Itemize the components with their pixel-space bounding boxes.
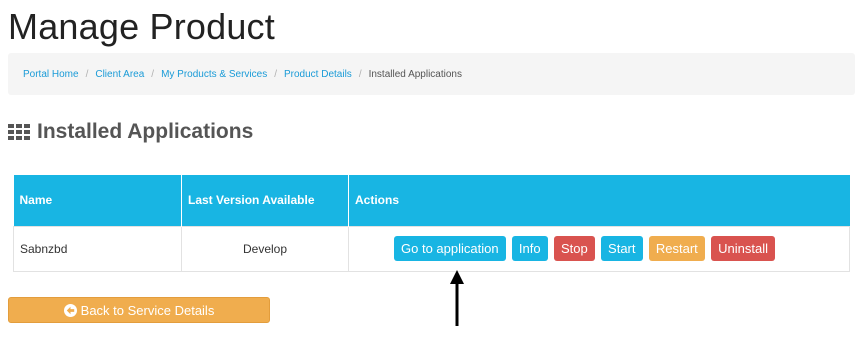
app-name-cell: Sabnzbd	[13, 225, 182, 272]
breadcrumb-product-details[interactable]: Product Details	[284, 69, 352, 80]
section-title: Installed Applications	[37, 120, 254, 143]
breadcrumb-current: Installed Applications	[368, 68, 462, 80]
app-actions-cell: Go to application Info Stop Start Restar…	[348, 225, 850, 272]
start-button[interactable]: Start	[601, 236, 643, 261]
info-button[interactable]: Info	[511, 236, 548, 261]
breadcrumb-portal-home[interactable]: Portal Home	[23, 69, 79, 80]
breadcrumb: Portal Home / Client Area / My Products …	[8, 53, 855, 95]
annotation-arrow-icon	[450, 270, 464, 326]
uninstall-button[interactable]: Uninstall	[711, 236, 775, 261]
go-to-application-button[interactable]: Go to application	[394, 236, 506, 261]
app-version-cell: Develop	[181, 225, 349, 272]
breadcrumb-client-area[interactable]: Client Area	[95, 69, 144, 80]
column-header-actions: Actions	[348, 175, 850, 226]
arrow-circle-left-icon	[63, 303, 77, 317]
back-button-label: Back to Service Details	[80, 302, 215, 318]
breadcrumb-separator: /	[274, 68, 277, 80]
column-header-name: Name	[13, 175, 182, 226]
restart-button[interactable]: Restart	[648, 236, 705, 261]
breadcrumb-separator: /	[358, 68, 362, 80]
section-heading: Installed Applications	[8, 119, 253, 145]
table-header-row: Name Last Version Available Actions	[13, 175, 850, 226]
breadcrumb-separator: /	[85, 68, 89, 80]
back-to-service-details-button[interactable]: Back to Service Details	[8, 297, 270, 323]
breadcrumb-separator: /	[151, 68, 155, 80]
page-title: Manage Product	[8, 6, 275, 47]
table-row: Sabnzbd Develop Go to application Info S…	[13, 225, 850, 272]
breadcrumb-my-products-services[interactable]: My Products & Services	[161, 69, 267, 80]
column-header-version: Last Version Available	[181, 175, 349, 226]
installed-apps-table: Name Last Version Available Actions Sabn…	[13, 175, 850, 272]
grid-icon	[8, 124, 30, 140]
stop-button[interactable]: Stop	[553, 236, 595, 261]
